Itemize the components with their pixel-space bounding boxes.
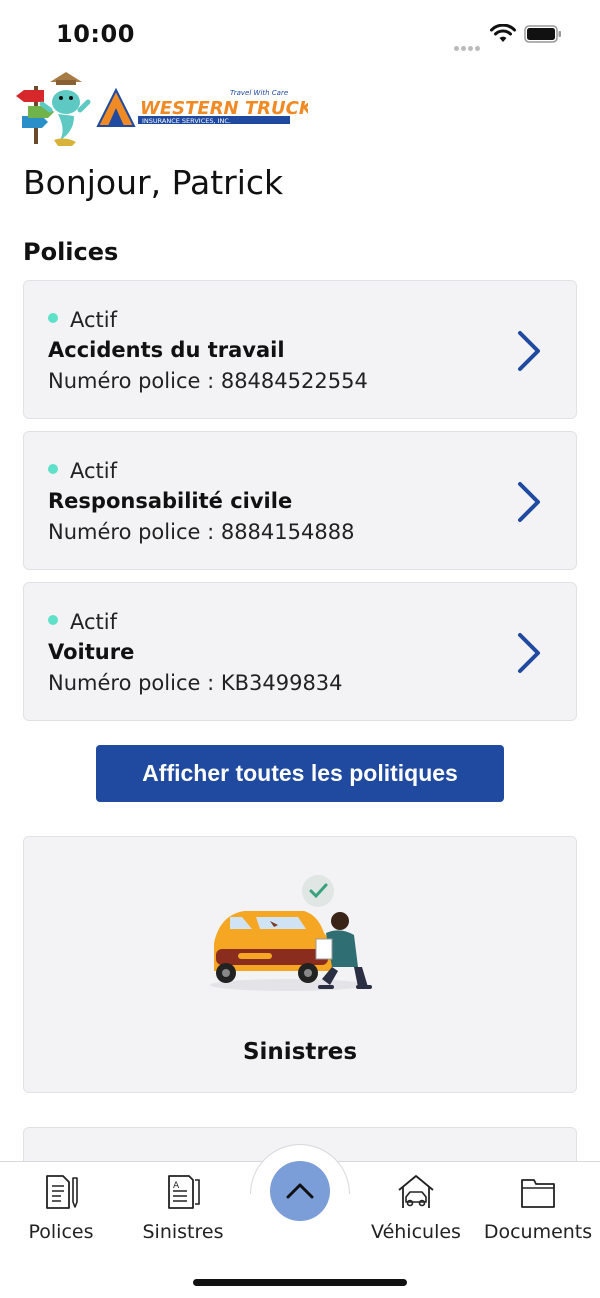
- western-truck-logo: WESTERN TRUCK Travel With Care INSURANCE…: [96, 87, 308, 127]
- policy-status: Actif: [70, 610, 118, 634]
- home-indicator: [193, 1279, 407, 1286]
- chevron-right-icon: [518, 331, 540, 371]
- chevron-right-icon: [518, 633, 540, 673]
- policy-number: Numéro police : KB3499834: [48, 671, 343, 695]
- nav-item-sinistres[interactable]: A Sinistres: [123, 1168, 243, 1246]
- brand-subtitle: INSURANCE SERVICES, INC.: [142, 117, 231, 125]
- folder-icon: [521, 1179, 555, 1208]
- nav-item-documents[interactable]: Documents: [478, 1168, 598, 1246]
- nav-item-polices[interactable]: Polices: [1, 1168, 121, 1246]
- claims-document-icon: A: [168, 1175, 200, 1209]
- brand-name: WESTERN TRUCK: [140, 98, 308, 119]
- claims-card-label: Sinistres: [242, 1039, 358, 1065]
- status-bar: 10:00: [0, 0, 600, 66]
- greeting-heading: Bonjour, Patrick: [23, 163, 284, 202]
- brand-tagline: Travel With Care: [230, 89, 288, 97]
- header-logos: WESTERN TRUCK Travel With Care INSURANCE…: [14, 66, 308, 150]
- cellular-signal-icon: [454, 36, 484, 51]
- vehicle-garage-icon: [398, 1175, 434, 1208]
- policy-number: Numéro police : 8884154888: [48, 520, 355, 544]
- policy-card-car[interactable]: Actif Voiture Numéro police : KB3499834: [23, 582, 577, 721]
- nav-item-vehicules[interactable]: Véhicules: [356, 1168, 476, 1246]
- nav-label: Documents: [483, 1221, 593, 1243]
- policy-name: Responsabilité civile: [48, 489, 293, 513]
- battery-icon: [524, 25, 561, 43]
- active-status-dot: [48, 464, 58, 474]
- status-row: Actif: [48, 458, 117, 484]
- policy-card-civil-liability[interactable]: Actif Responsabilité civile Numéro polic…: [23, 431, 577, 570]
- active-status-dot: [48, 313, 58, 323]
- car-damage-inspection-illustration: [210, 875, 372, 991]
- claims-card[interactable]: Sinistres: [23, 836, 577, 1093]
- wifi-icon: [490, 24, 516, 42]
- policy-card-workplace-accidents[interactable]: Actif Accidents du travail Numéro police…: [23, 280, 577, 419]
- mascot-logo: [16, 72, 91, 146]
- policy-name: Accidents du travail: [48, 338, 285, 362]
- nav-label: Sinistres: [142, 1221, 224, 1243]
- policy-document-icon: [46, 1175, 78, 1209]
- policy-number: Numéro police : 88484522554: [48, 369, 368, 393]
- view-all-policies-button[interactable]: Afficher toutes les politiques: [96, 745, 504, 802]
- nav-label: Véhicules: [371, 1221, 461, 1243]
- status-time: 10:00: [56, 20, 135, 48]
- expand-menu-button[interactable]: [270, 1161, 330, 1221]
- chevron-up-icon: [286, 1183, 314, 1199]
- svg-text:A: A: [173, 1181, 180, 1191]
- policy-name: Voiture: [48, 640, 135, 664]
- status-row: Actif: [48, 609, 117, 635]
- policy-status: Actif: [70, 308, 118, 332]
- chevron-right-icon: [518, 482, 540, 522]
- policies-section-title: Polices: [23, 238, 119, 266]
- nav-label: Polices: [28, 1221, 94, 1243]
- status-row: Actif: [48, 307, 117, 333]
- active-status-dot: [48, 615, 58, 625]
- policy-status: Actif: [70, 459, 118, 483]
